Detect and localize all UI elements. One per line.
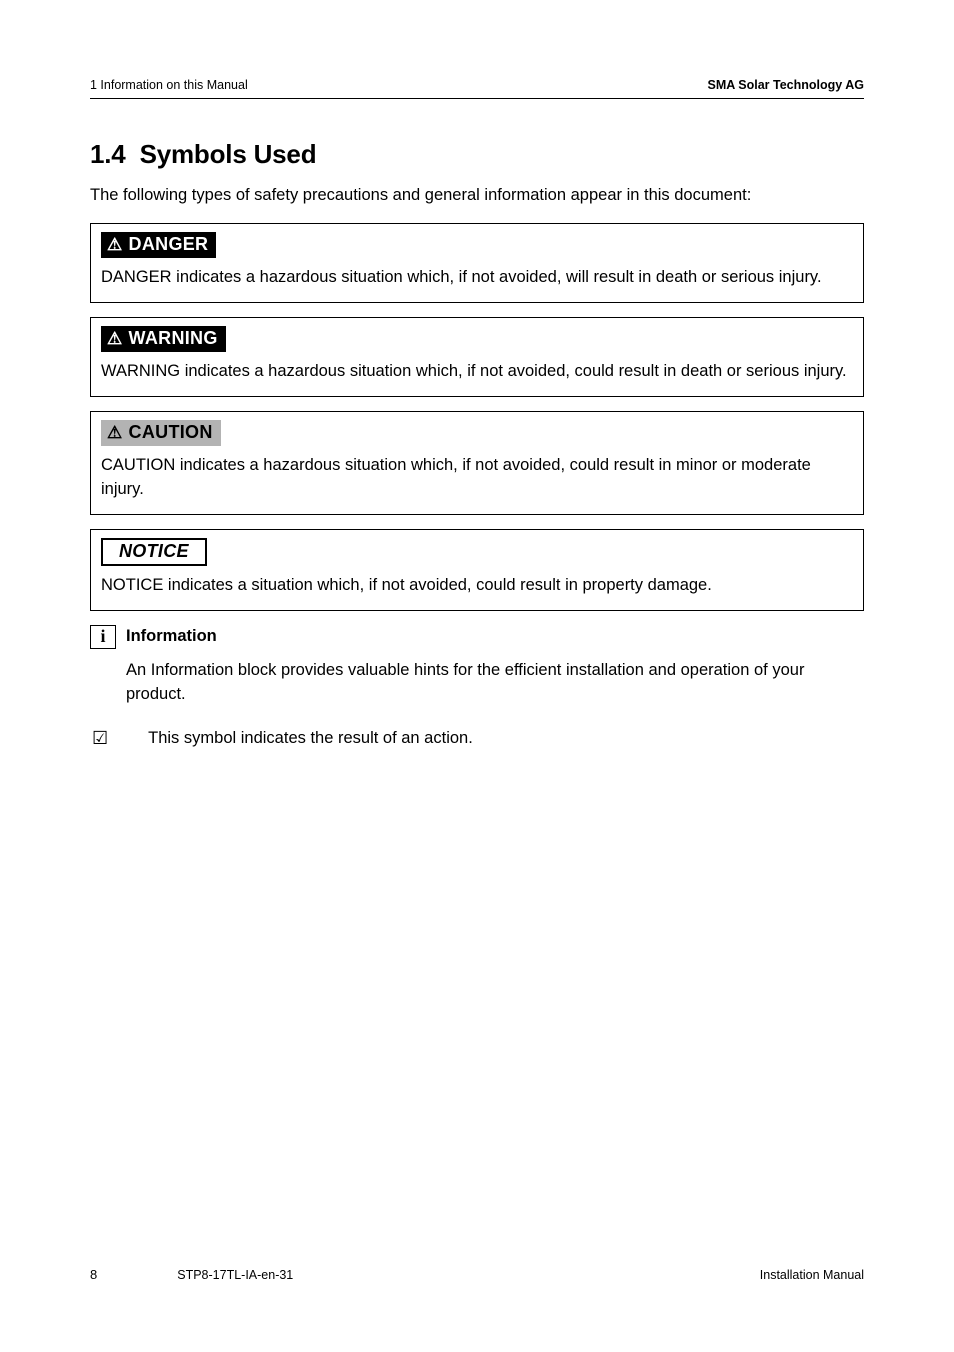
result-text: This symbol indicates the result of an a…	[148, 729, 473, 748]
page-number: 8	[90, 1267, 97, 1282]
danger-label: DANGER	[129, 234, 209, 255]
warning-triangle-icon: ⚠	[107, 424, 123, 441]
header-breadcrumb: 1 Information on this Manual	[90, 78, 248, 92]
checkbox-icon: ☑	[92, 728, 108, 749]
info-icon: i	[90, 625, 116, 649]
footer-doc-id: STP8-17TL-IA-en-31	[177, 1268, 760, 1282]
callout-caution: ⚠ CAUTION CAUTION indicates a hazardous …	[90, 411, 864, 515]
section-title: Symbols Used	[140, 139, 317, 169]
info-heading-row: i Information	[90, 625, 864, 649]
section-number: 1.4	[90, 139, 126, 169]
footer-doc-type: Installation Manual	[760, 1268, 864, 1282]
notice-label: NOTICE	[119, 541, 189, 562]
warning-body: WARNING indicates a hazardous situation …	[101, 360, 853, 384]
caution-badge: ⚠ CAUTION	[101, 420, 221, 446]
notice-badge: NOTICE	[101, 538, 207, 566]
warning-label: WARNING	[129, 328, 218, 349]
callout-danger: ⚠ DANGER DANGER indicates a hazardous si…	[90, 223, 864, 303]
page-header: 1 Information on this Manual SMA Solar T…	[90, 78, 864, 99]
info-title: Information	[126, 627, 217, 646]
document-page: 1 Information on this Manual SMA Solar T…	[0, 0, 954, 1352]
header-company: SMA Solar Technology AG	[708, 78, 865, 92]
notice-body: NOTICE indicates a situation which, if n…	[101, 574, 853, 598]
warning-badge: ⚠ WARNING	[101, 326, 226, 352]
warning-triangle-icon: ⚠	[107, 236, 123, 253]
callout-warning: ⚠ WARNING WARNING indicates a hazardous …	[90, 317, 864, 397]
warning-triangle-icon: ⚠	[107, 330, 123, 347]
caution-body: CAUTION indicates a hazardous situation …	[101, 454, 853, 502]
danger-body: DANGER indicates a hazardous situation w…	[101, 266, 853, 290]
section-intro: The following types of safety precaution…	[90, 186, 864, 205]
callout-notice: NOTICE NOTICE indicates a situation whic…	[90, 529, 864, 611]
caution-label: CAUTION	[129, 422, 213, 443]
info-body: An Information block provides valuable h…	[126, 659, 864, 707]
page-footer: 8 STP8-17TL-IA-en-31 Installation Manual	[90, 1267, 864, 1282]
section-heading: 1.4 Symbols Used	[90, 139, 864, 170]
result-row: ☑ This symbol indicates the result of an…	[92, 728, 864, 749]
danger-badge: ⚠ DANGER	[101, 232, 216, 258]
